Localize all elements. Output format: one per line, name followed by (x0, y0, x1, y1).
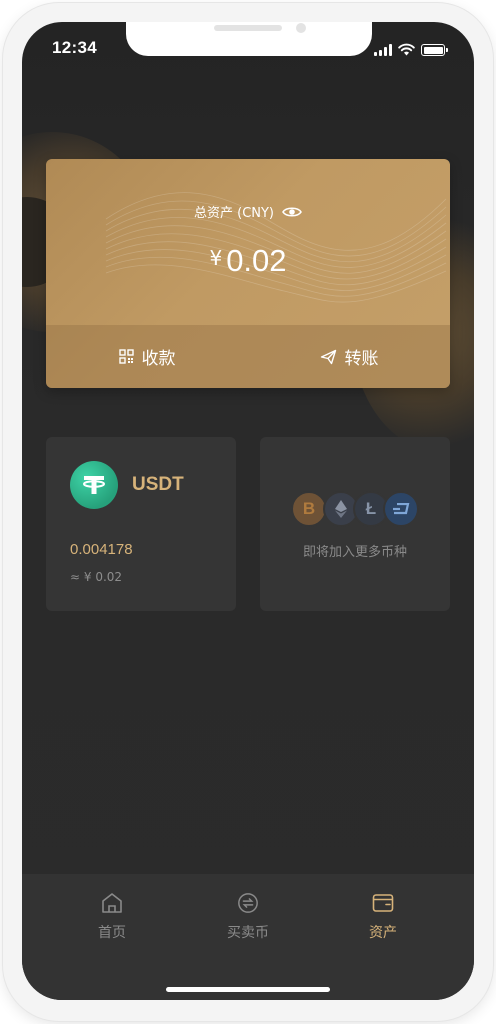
more-coins-text: 即将加入更多币种 (302, 545, 407, 560)
device-notch (126, 22, 372, 56)
coin-symbol: USDT (132, 474, 184, 495)
app-screen: 12:34 总资产 (CNY) ¥ 0.02 收款 转账 USDT 0.0041… (22, 22, 474, 1000)
transfer-label: 转账 (344, 349, 379, 369)
total-asset-value: 0.02 (226, 243, 287, 278)
home-icon (102, 893, 122, 913)
nav-label-assets: 资产 (369, 925, 397, 941)
total-asset-label-row: 总资产 (CNY) (46, 202, 450, 221)
nav-item-home[interactable]: 首页 (67, 892, 157, 942)
nav-label-home: 首页 (98, 925, 126, 941)
send-icon (320, 349, 336, 364)
transfer-button[interactable]: 转账 (248, 325, 450, 388)
receive-label: 收款 (141, 349, 176, 369)
coin-balance: 0.004178 (70, 541, 133, 558)
coin-card-usdt[interactable]: USDT 0.004178 ≈ ¥ 0.02 (46, 437, 236, 611)
bitcoin-icon: B (291, 491, 327, 527)
battery-icon (421, 44, 448, 56)
nav-label-trade: 买卖币 (227, 925, 269, 941)
nav-item-assets[interactable]: 资产 (338, 892, 428, 942)
eye-icon[interactable] (282, 205, 302, 219)
nav-item-trade[interactable]: 买卖币 (203, 892, 293, 942)
cellular-signal-icon (374, 44, 392, 56)
home-indicator[interactable] (166, 987, 330, 992)
card-actions-bar: 收款 转账 (46, 325, 450, 388)
receive-button[interactable]: 收款 (46, 325, 248, 388)
status-icons (374, 42, 448, 56)
exchange-icon (238, 893, 258, 913)
qr-code-icon (118, 349, 134, 364)
total-asset-label: 总资产 (CNY) (193, 206, 275, 221)
dash-icon (383, 491, 419, 527)
bottom-nav: 首页 买卖币 资产 (22, 874, 474, 1000)
wifi-icon (398, 43, 415, 56)
more-coins-card: B Ł 即将加入更多币种 (260, 437, 450, 611)
currency-symbol: ¥ (209, 246, 223, 270)
total-asset-card: 总资产 (CNY) ¥0.02 收款 转账 (46, 159, 450, 388)
total-asset-amount: ¥0.02 (46, 243, 450, 279)
status-time: 12:34 (52, 38, 97, 57)
tether-icon (70, 461, 118, 509)
front-camera (296, 23, 306, 33)
upcoming-coins-icons: B Ł (291, 491, 421, 529)
coin-fiat-value: ≈ ¥ 0.02 (70, 570, 123, 584)
speaker-grille (214, 25, 282, 31)
wallet-icon (372, 894, 394, 912)
status-bar: 12:34 (22, 22, 474, 72)
